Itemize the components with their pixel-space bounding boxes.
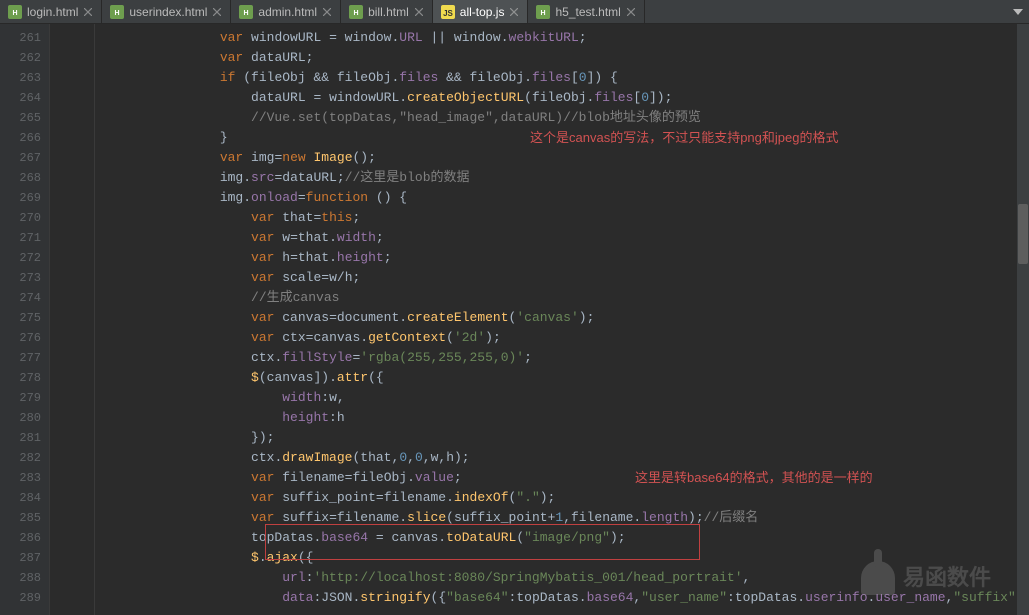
svg-text:JS: JS <box>443 9 453 18</box>
line-number: 277 <box>0 348 41 368</box>
scrollbar-thumb[interactable] <box>1018 204 1028 264</box>
code-line[interactable]: height:h <box>95 408 1029 428</box>
code-area[interactable]: var windowURL = window.URL || window.web… <box>95 24 1029 615</box>
line-number: 285 <box>0 508 41 528</box>
tab-label: admin.html <box>258 5 317 19</box>
close-icon[interactable] <box>414 7 424 17</box>
code-line[interactable]: var canvas=document.createElement('canva… <box>95 308 1029 328</box>
indent-ruler <box>50 24 95 615</box>
js-file-icon: JS <box>441 5 455 19</box>
tab-label: login.html <box>27 5 78 19</box>
line-number: 261 <box>0 28 41 48</box>
code-line[interactable]: dataURL = windowURL.createObjectURL(file… <box>95 88 1029 108</box>
line-number: 271 <box>0 228 41 248</box>
code-line[interactable]: var img=new Image(); <box>95 148 1029 168</box>
line-number: 273 <box>0 268 41 288</box>
line-number: 264 <box>0 88 41 108</box>
code-line[interactable]: var suffix_point=filename.indexOf("."); <box>95 488 1029 508</box>
line-number: 283 <box>0 468 41 488</box>
close-icon[interactable] <box>212 7 222 17</box>
line-number: 276 <box>0 328 41 348</box>
tab-h5_test-html[interactable]: Hh5_test.html <box>528 0 644 23</box>
tab-bill-html[interactable]: Hbill.html <box>341 0 433 23</box>
svg-text:H: H <box>244 10 249 17</box>
line-number: 281 <box>0 428 41 448</box>
svg-text:H: H <box>12 10 17 17</box>
code-line[interactable]: url:'http://localhost:8080/SpringMybatis… <box>95 568 1029 588</box>
code-line[interactable]: var windowURL = window.URL || window.web… <box>95 28 1029 48</box>
line-number: 270 <box>0 208 41 228</box>
code-line[interactable]: var that=this; <box>95 208 1029 228</box>
line-number: 279 <box>0 388 41 408</box>
tab-label: h5_test.html <box>555 5 620 19</box>
code-line[interactable]: //生成canvas <box>95 288 1029 308</box>
code-line[interactable]: ctx.fillStyle='rgba(255,255,255,0)'; <box>95 348 1029 368</box>
line-number: 269 <box>0 188 41 208</box>
code-line[interactable]: var dataURL; <box>95 48 1029 68</box>
line-number: 274 <box>0 288 41 308</box>
tab-bar: Hlogin.htmlHuserindex.htmlHadmin.htmlHbi… <box>0 0 1029 24</box>
line-number: 267 <box>0 148 41 168</box>
line-number: 265 <box>0 108 41 128</box>
line-number: 286 <box>0 528 41 548</box>
code-line[interactable]: }); <box>95 428 1029 448</box>
code-line[interactable]: $(canvas]).attr({ <box>95 368 1029 388</box>
tab-label: userindex.html <box>129 5 207 19</box>
line-number: 263 <box>0 68 41 88</box>
code-line[interactable]: var suffix=filename.slice(suffix_point+1… <box>95 508 1029 528</box>
annotation-base64-note: 这里是转base64的格式，其他的是一样的 <box>635 468 873 488</box>
line-number: 266 <box>0 128 41 148</box>
line-number: 288 <box>0 568 41 588</box>
html-file-icon: H <box>239 5 253 19</box>
annotation-canvas-note: 这个是canvas的写法，不过只能支持png和jpeg的格式 <box>530 128 838 148</box>
tab-label: bill.html <box>368 5 409 19</box>
code-line[interactable]: data:JSON.stringify({"base64":topDatas.b… <box>95 588 1029 608</box>
line-number: 278 <box>0 368 41 388</box>
gutter: 2612622632642652662672682692702712722732… <box>0 24 50 615</box>
code-line[interactable]: //Vue.set(topDatas,"head_image",dataURL)… <box>95 108 1029 128</box>
code-line[interactable]: var w=that.width; <box>95 228 1029 248</box>
code-line[interactable]: img.onload=function () { <box>95 188 1029 208</box>
code-line[interactable]: var filename=fileObj.value; <box>95 468 1029 488</box>
line-number: 272 <box>0 248 41 268</box>
tabs-overflow-icon[interactable] <box>1007 0 1029 23</box>
line-number: 287 <box>0 548 41 568</box>
vertical-scrollbar[interactable] <box>1017 24 1029 615</box>
line-number: 268 <box>0 168 41 188</box>
tab-label: all-top.js <box>460 5 505 19</box>
code-line[interactable]: $.ajax({ <box>95 548 1029 568</box>
tab-all-top-js[interactable]: JS all-top.js <box>433 0 529 23</box>
tab-login-html[interactable]: Hlogin.html <box>0 0 102 23</box>
html-file-icon: H <box>110 5 124 19</box>
line-number: 262 <box>0 48 41 68</box>
line-number: 275 <box>0 308 41 328</box>
close-icon[interactable] <box>83 7 93 17</box>
tab-admin-html[interactable]: Hadmin.html <box>231 0 341 23</box>
code-line[interactable]: var ctx=canvas.getContext('2d'); <box>95 328 1029 348</box>
svg-text:H: H <box>115 10 120 17</box>
code-line[interactable]: topDatas.base64 = canvas.toDataURL("imag… <box>95 528 1029 548</box>
code-line[interactable]: img.src=dataURL;//这里是blob的数据 <box>95 168 1029 188</box>
html-file-icon: H <box>349 5 363 19</box>
line-number: 289 <box>0 588 41 608</box>
line-number: 282 <box>0 448 41 468</box>
html-file-icon: H <box>8 5 22 19</box>
code-line[interactable]: var h=that.height; <box>95 248 1029 268</box>
tab-userindex-html[interactable]: Huserindex.html <box>102 0 231 23</box>
close-icon[interactable] <box>626 7 636 17</box>
line-number: 284 <box>0 488 41 508</box>
editor: 2612622632642652662672682692702712722732… <box>0 24 1029 615</box>
svg-text:H: H <box>354 10 359 17</box>
close-icon[interactable] <box>509 7 519 17</box>
close-icon[interactable] <box>322 7 332 17</box>
html-file-icon: H <box>536 5 550 19</box>
code-line[interactable]: ctx.drawImage(that,0,0,w,h); <box>95 448 1029 468</box>
line-number: 280 <box>0 408 41 428</box>
code-line[interactable]: if (fileObj && fileObj.files && fileObj.… <box>95 68 1029 88</box>
code-line[interactable]: width:w, <box>95 388 1029 408</box>
code-line[interactable]: var scale=w/h; <box>95 268 1029 288</box>
svg-text:H: H <box>541 10 546 17</box>
